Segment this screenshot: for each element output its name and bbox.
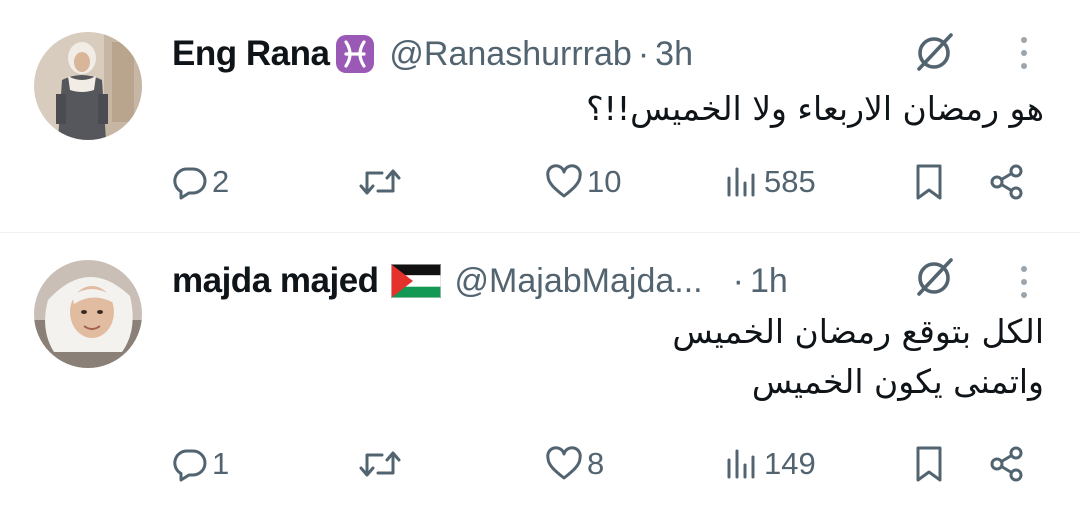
bookmark-button[interactable] xyxy=(912,439,946,489)
retweet-button[interactable] xyxy=(358,157,402,207)
reply-button[interactable]: 2 xyxy=(172,157,229,207)
reply-count: 2 xyxy=(212,164,230,199)
bookmark-icon xyxy=(912,163,946,201)
tweet-actions: 2 10 585 xyxy=(0,157,1080,207)
tweet-text-line: هو رمضان الاربعاء ولا الخميس!!؟ xyxy=(586,89,1044,128)
timestamp[interactable]: 1h xyxy=(750,262,788,301)
share-button[interactable] xyxy=(988,439,1026,489)
tweet-text: هو رمضان الاربعاء ولا الخميس!!؟ xyxy=(586,84,1044,134)
heart-icon xyxy=(545,164,583,200)
bookmark-button[interactable] xyxy=(912,157,946,207)
reply-button[interactable]: 1 xyxy=(172,439,229,489)
share-icon xyxy=(988,445,1026,483)
like-button[interactable]: 8 xyxy=(545,439,604,489)
views-icon xyxy=(724,446,760,482)
reply-icon xyxy=(172,446,208,482)
timestamp[interactable]: 3h xyxy=(655,35,693,74)
like-count: 10 xyxy=(587,164,622,199)
views-button[interactable]: 585 xyxy=(724,157,816,207)
separator-dot: · xyxy=(732,261,744,300)
display-name[interactable]: majda majed xyxy=(172,261,379,301)
view-count: 585 xyxy=(764,164,816,199)
views-button[interactable]: 149 xyxy=(724,439,816,489)
tweet[interactable]: majda majed @MajabMajda... · 1h الكل بتو xyxy=(0,233,1080,513)
like-button[interactable]: 10 xyxy=(545,157,621,207)
views-icon xyxy=(724,164,760,200)
like-count: 8 xyxy=(587,446,605,481)
tweet-actions: 1 8 149 xyxy=(0,439,1080,489)
tweet[interactable]: Eng Rana @Ranashurrrab · 3h هو رمضان الا… xyxy=(0,0,1080,232)
retweet-button[interactable] xyxy=(358,439,402,489)
retweet-icon xyxy=(358,164,402,200)
reply-icon xyxy=(172,164,208,200)
palestine-flag-icon xyxy=(390,264,441,298)
share-icon xyxy=(988,163,1026,201)
grok-icon[interactable] xyxy=(910,253,958,306)
reply-count: 1 xyxy=(212,446,230,481)
more-options-icon[interactable] xyxy=(1016,263,1032,308)
more-options-icon[interactable] xyxy=(1016,34,1032,79)
grok-icon[interactable] xyxy=(910,28,958,81)
view-count: 149 xyxy=(764,446,816,481)
share-button[interactable] xyxy=(988,157,1026,207)
tweet-text: الكل بتوقع رمضان الخميس واتمنى يكون الخم… xyxy=(672,307,1044,407)
avatar[interactable] xyxy=(34,260,142,368)
user-handle[interactable]: @Ranashurrrab xyxy=(389,35,631,74)
avatar[interactable] xyxy=(34,32,142,140)
display-name[interactable]: Eng Rana xyxy=(172,34,330,74)
bookmark-icon xyxy=(912,445,946,483)
separator-dot: · xyxy=(637,34,650,73)
retweet-icon xyxy=(358,446,402,482)
user-handle[interactable]: @MajabMajda... xyxy=(455,262,703,301)
tweet-text-line: الكل بتوقع رمضان الخميس xyxy=(672,312,1044,351)
tweet-text-line: واتمنى يكون الخميس xyxy=(751,362,1044,401)
pisces-zodiac-icon xyxy=(335,34,375,74)
heart-icon xyxy=(545,446,583,482)
